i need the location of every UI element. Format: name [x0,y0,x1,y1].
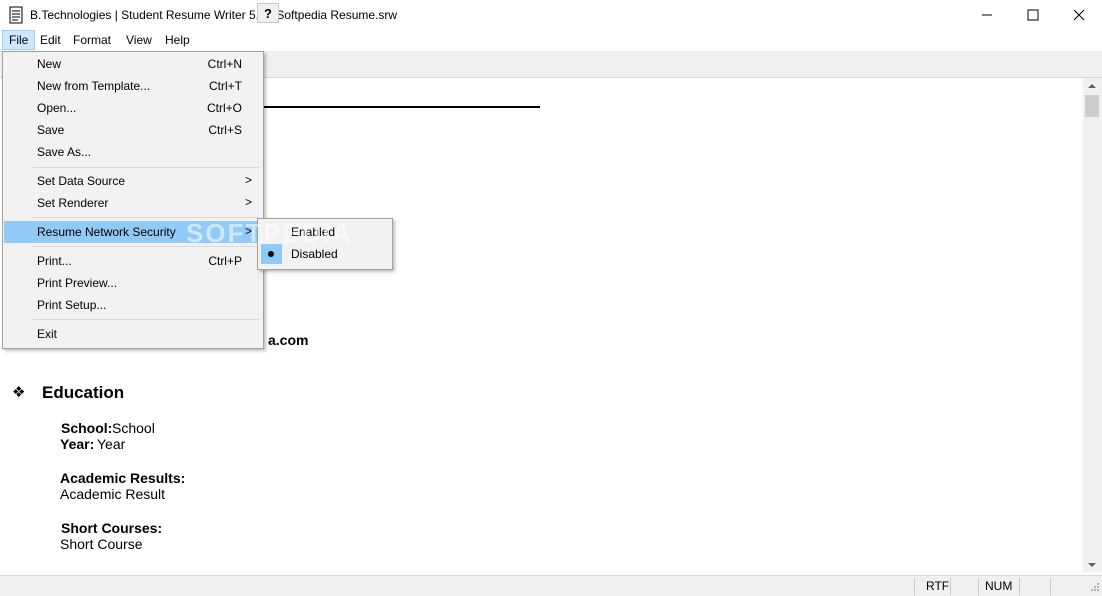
scroll-up-icon[interactable] [1087,82,1097,90]
vertical-scrollbar[interactable] [1083,78,1102,572]
menu-item-new[interactable]: New Ctrl+N [4,53,262,75]
menu-item-save[interactable]: Save Ctrl+S [4,119,262,141]
status-divider [1050,578,1051,595]
menu-item-new-from-template[interactable]: New from Template... Ctrl+T [4,75,262,97]
menu-separator [33,319,259,320]
minimize-icon [982,14,992,16]
year-value: Year [97,436,126,452]
document-icon[interactable] [9,6,23,24]
menu-item-print-setup[interactable]: Print Setup... [4,294,262,316]
menu-item-set-renderer[interactable]: Set Renderer > [4,192,262,214]
courses-label: Short Courses: [61,520,163,536]
maximize-icon [1027,9,1039,21]
status-bar: RTF NUM [0,575,1102,596]
heading-rule [262,106,540,108]
title-bar: B.Technologies | Student Resume Writer 5… [0,0,1102,30]
close-button[interactable] [1056,0,1102,30]
status-divider [978,578,979,595]
bullet-icon: ❖ [12,384,26,401]
chevron-right-icon: > [244,173,252,187]
menu-format[interactable]: Format [67,30,117,50]
year-label: Year: [60,436,95,452]
menu-item-save-as[interactable]: Save As... [4,141,262,163]
status-num: NUM [985,579,1013,593]
menu-item-set-data-source[interactable]: Set Data Source > [4,170,262,192]
minimize-button[interactable] [964,0,1010,30]
academic-value: Academic Result [60,486,166,502]
menu-item-print[interactable]: Print... Ctrl+P [4,250,262,272]
status-mode: RTF [926,579,950,593]
watermark: SOFTPEDIA [186,218,353,248]
status-divider [950,578,951,595]
menu-separator [33,167,259,168]
chevron-right-icon: > [244,195,252,209]
status-divider [1019,578,1020,595]
menu-bar: File Edit Format View Help [0,30,1102,51]
school-label: School: [61,420,113,436]
school-value: School [112,420,155,436]
menu-edit[interactable]: Edit [34,30,67,50]
menu-file[interactable]: File [2,30,36,50]
close-icon [1073,9,1085,21]
menu-help[interactable]: Help [159,30,196,50]
courses-value: Short Course [60,536,143,552]
scroll-down-icon[interactable] [1087,561,1097,569]
scrollbar-thumb[interactable] [1085,95,1099,117]
help-button[interactable]: ? [257,3,279,23]
menu-item-print-preview[interactable]: Print Preview... [4,272,262,294]
education-heading: Education [42,383,125,402]
resize-grip-icon[interactable] [1088,582,1100,594]
window-title: B.Technologies | Student Resume Writer 5… [30,8,398,22]
email-text: a.com [268,332,309,348]
menu-view[interactable]: View [120,30,158,50]
status-divider [914,578,915,595]
file-menu: New Ctrl+N New from Template... Ctrl+T O… [2,51,264,349]
maximize-button[interactable] [1010,0,1056,30]
menu-item-exit[interactable]: Exit [4,323,262,345]
menu-item-open[interactable]: Open... Ctrl+O [4,97,262,119]
academic-label: Academic Results: [60,470,186,486]
